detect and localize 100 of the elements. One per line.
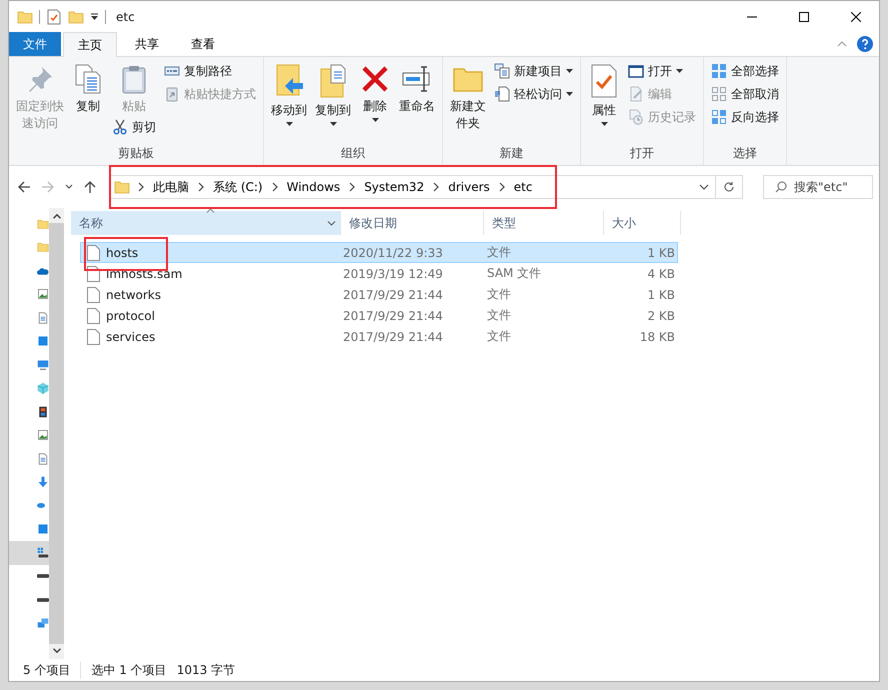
breadcrumb[interactable]: 系统 (C:) [212,178,264,196]
file-type: SAM 文件 [486,265,542,282]
ribbon-button[interactable]: 打开 [625,60,699,82]
cube-icon [37,380,49,396]
file-menu-tab[interactable]: 文件 [9,32,61,56]
scroll-down-icon[interactable] [52,648,60,653]
file-type: 文件 [486,307,512,324]
select-none-icon [711,86,727,102]
file-row[interactable]: services 2017/9/29 21:44 文件 18 KB [80,326,678,347]
help-icon[interactable] [857,36,873,52]
file-type: 文件 [486,328,512,345]
history-icon [628,109,644,125]
ribbon-tab[interactable]: 查看 [177,32,229,56]
ribbon-button[interactable]: 全部取消 [708,83,782,105]
select-all-icon [711,63,727,79]
caret-icon [600,122,608,126]
column-header[interactable]: 修改日期 [341,211,484,235]
ribbon-button[interactable]: 移动到 [268,60,310,126]
refresh-icon [723,181,736,193]
chevron-icon [432,182,440,192]
scrollbar[interactable] [49,208,64,659]
music-icon [37,503,45,508]
scissors-icon [112,119,128,135]
ribbon-button[interactable]: 新建项目 [491,60,576,82]
chevron-icon [137,182,145,192]
caret-icon [372,118,378,122]
column-header[interactable]: 类型 [484,211,604,235]
ribbon-button[interactable]: 复制 [69,60,107,115]
ribbon-tab[interactable]: 主页 [63,32,117,57]
breadcrumb[interactable]: System32 [363,180,426,194]
edit-icon [628,86,644,102]
invert-selection-icon [711,109,727,125]
column-header[interactable]: 大小 [604,211,681,235]
drive-icon [37,574,49,578]
ribbon-button[interactable]: 属性 [585,60,623,126]
modified-date: 2017/9/29 21:44 [342,308,444,322]
search-icon [775,181,787,193]
folder-icon [17,8,33,24]
window-title: etc [116,10,136,24]
caret-icon [566,92,573,96]
caret-icon [566,69,573,73]
column-header[interactable]: 名称 [71,211,341,235]
ribbon-button[interactable]: 删除 [356,60,394,122]
file-row[interactable]: lmhosts.sam 2019/3/19 12:49 SAM 文件 4 KB [80,263,678,284]
file-name: lmhosts.sam [106,266,182,280]
status-text: 5 个项目 [23,662,72,678]
breadcrumb[interactable]: etc [512,180,534,194]
ribbon-tab[interactable]: 共享 [121,32,173,56]
ribbon-button[interactable]: 重命名 [396,60,438,115]
document-icon [37,450,49,467]
file-name: services [106,330,156,344]
file-icon [87,244,100,260]
group-label: 选择 [732,145,758,162]
sort-caret-icon [206,208,214,213]
breadcrumb[interactable]: 此电脑 [152,178,190,196]
group-label: 新建 [498,145,524,162]
file-size: 1 KB [646,246,675,260]
file-icon [87,286,100,302]
nav-item[interactable] [9,541,49,564]
file-size: 1 KB [646,288,675,302]
file-size: 18 KB [638,330,675,344]
file-name: protocol [106,308,155,322]
file-name: hosts [106,246,138,260]
scroll-up-icon[interactable] [52,214,60,219]
chevron-down-icon[interactable] [327,220,336,226]
address-bar[interactable]: 此电脑 系统 (C:) Windows System32 drivers etc [109,175,716,199]
dropdown-icon[interactable] [699,184,710,190]
file-row[interactable]: hosts 2020/11/22 9:33 文件 1 KB [80,242,678,263]
breadcrumb[interactable]: Windows [286,180,342,194]
ribbon-button[interactable]: 新建文件夹 [447,60,489,132]
status-text: 1013 字节 [176,662,236,678]
breadcrumb[interactable]: drivers [447,180,491,194]
collapse-ribbon-icon[interactable] [837,41,847,47]
chevron-icon [348,182,356,192]
group-label: 组织 [340,145,366,162]
file-icon [87,308,100,324]
chevron-icon [498,182,506,192]
ribbon-button[interactable]: 剪切 [109,116,159,138]
ribbon-button[interactable]: 反向选择 [708,106,782,128]
ribbon-button[interactable]: 轻松访问 [491,83,576,105]
close-icon [851,12,861,22]
document-icon [37,310,49,326]
drive-icon [37,598,49,602]
file-row[interactable]: protocol 2017/9/29 21:44 文件 2 KB [80,305,678,326]
search-field[interactable]: 搜索"etc" [763,175,873,199]
caret-icon [330,122,336,126]
new-item-icon [494,63,510,79]
properties-icon[interactable] [46,8,62,24]
file-type: 文件 [486,286,512,303]
ribbon-button[interactable]: 复制路径 [161,60,259,82]
ribbon-button[interactable]: 复制到 [312,60,354,126]
caret-icon [676,69,683,73]
dropdown-icon[interactable] [90,12,99,20]
modified-date: 2017/9/29 21:44 [342,330,444,344]
file-size: 2 KB [646,308,675,322]
status-text: 选中 1 个项目 [80,662,177,678]
ribbon-button[interactable]: 全部选择 [708,60,782,82]
refresh-button[interactable] [715,175,743,199]
caret-icon [286,122,292,126]
file-row[interactable]: networks 2017/9/29 21:44 文件 1 KB [80,284,678,305]
